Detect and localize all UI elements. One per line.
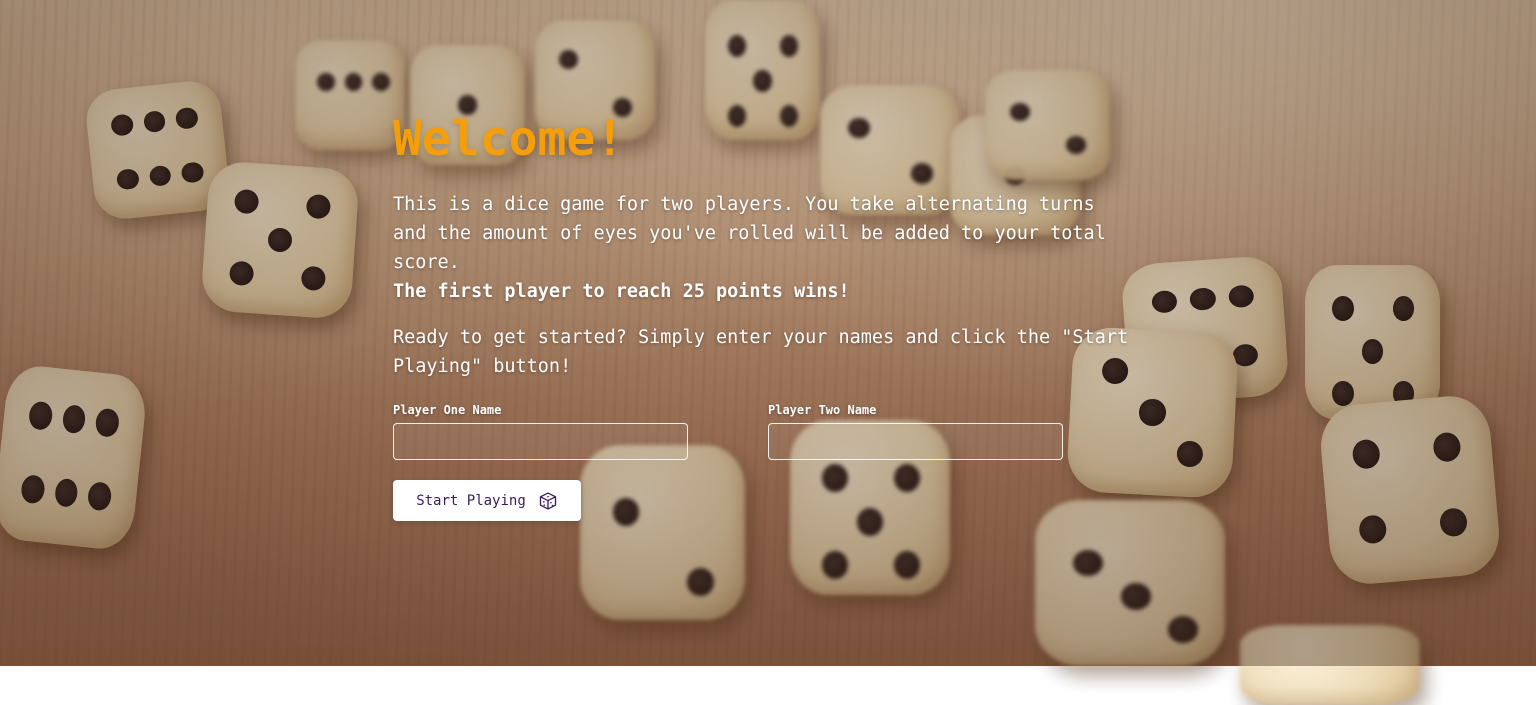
player-one-field: Player One Name <box>393 403 688 460</box>
page-title: Welcome! <box>393 111 625 167</box>
win-condition-text: The first player to reach 25 points wins… <box>393 281 850 302</box>
intro-text: This is a dice game for two players. You… <box>393 190 1133 306</box>
player-two-label: Player Two Name <box>768 403 877 417</box>
player-name-form: Player One Name Player Two Name <box>393 403 1133 460</box>
player-two-field: Player Two Name <box>768 403 1063 460</box>
intro-description: This is a dice game for two players. You… <box>393 194 1106 273</box>
start-playing-label: Start Playing <box>416 492 526 509</box>
player-two-name-input[interactable] <box>768 423 1063 460</box>
player-one-label: Player One Name <box>393 403 502 417</box>
start-playing-button[interactable]: Start Playing <box>393 480 581 521</box>
welcome-panel: Welcome! This is a dice game for two pla… <box>393 110 1133 521</box>
player-one-name-input[interactable] <box>393 423 688 460</box>
ready-text: Ready to get started? Simply enter your … <box>393 327 1129 377</box>
dice-icon <box>538 491 558 511</box>
